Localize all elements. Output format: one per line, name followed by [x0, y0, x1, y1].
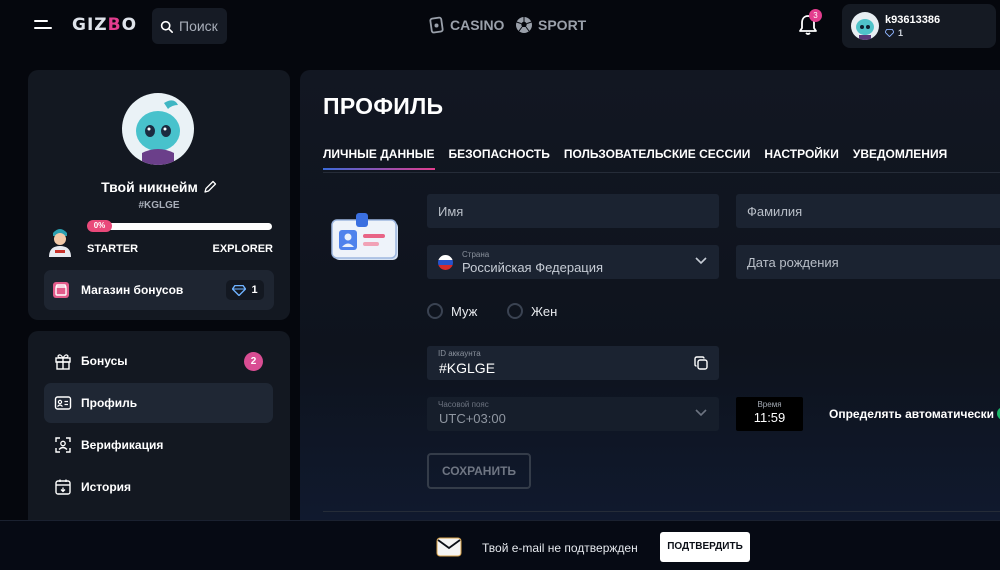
- casino-icon: [429, 16, 444, 34]
- current-time-box: Время 11:59: [736, 397, 803, 431]
- user-gems-count: 1: [898, 28, 904, 38]
- shop-icon: [53, 282, 69, 298]
- mail-icon: [436, 537, 462, 557]
- tab-settings[interactable]: НАСТРОЙКИ: [764, 147, 838, 170]
- radio-circle: [507, 303, 523, 319]
- username: k93613386: [885, 14, 941, 26]
- bonus-shop-button[interactable]: Магазин бонусов 1: [44, 270, 274, 310]
- gender-female-label: Жен: [531, 303, 558, 319]
- search-input[interactable]: [179, 18, 225, 34]
- radio-circle: [427, 303, 443, 319]
- account-id-value: #KGLGE: [439, 360, 496, 376]
- last-name-field[interactable]: [736, 194, 1000, 228]
- user-menu[interactable]: k93613386 1: [842, 4, 996, 48]
- gift-icon: [55, 354, 71, 370]
- page-title: ПРОФИЛЬ: [323, 93, 444, 119]
- gender-male-radio[interactable]: Муж: [427, 303, 477, 319]
- email-warning-text: Твой e-mail не подтвержден: [482, 541, 638, 555]
- gem-icon: [232, 284, 247, 296]
- timezone-select[interactable]: Часовой пояс UTC+03:00: [427, 397, 719, 431]
- level-avatar-icon: [45, 225, 75, 257]
- last-name-input[interactable]: [736, 194, 1000, 228]
- sidebar-item-history[interactable]: История: [44, 467, 273, 507]
- timezone-value: UTC+03:00: [439, 411, 506, 426]
- level-end-label: EXPLORER: [212, 243, 273, 255]
- russia-flag-icon: [438, 255, 453, 270]
- birth-date-field[interactable]: [736, 245, 1000, 279]
- profile-panel: ПРОФИЛЬ ЛИЧНЫЕ ДАННЫЕ БЕЗОПАСНОСТЬ ПОЛЬЗ…: [300, 70, 1000, 540]
- copy-icon[interactable]: [694, 356, 708, 370]
- gender-male-label: Муж: [451, 303, 478, 319]
- profile-card: Твой никнейм #KGLGE 0% STARTER EXPLORER …: [28, 70, 290, 320]
- nav-sport-label: SPORT: [538, 17, 587, 33]
- section-divider: [323, 511, 1000, 512]
- nav-casino[interactable]: CASINO: [429, 16, 504, 34]
- country-select[interactable]: Страна Российская Федерация: [427, 245, 719, 279]
- profile-avatar[interactable]: [122, 93, 194, 165]
- profile-tabs: ЛИЧНЫЕ ДАННЫЕ БЕЗОПАСНОСТЬ ПОЛЬЗОВАТЕЛЬС…: [323, 147, 961, 170]
- logo[interactable]: GIZBO: [72, 15, 137, 35]
- save-button[interactable]: СОХРАНИТЬ: [427, 453, 531, 489]
- tab-personal-data[interactable]: ЛИЧНЫЕ ДАННЫЕ: [323, 147, 435, 170]
- account-id-label: ID аккаунта: [438, 349, 481, 358]
- tabs-divider: [323, 172, 1000, 173]
- search-box[interactable]: [152, 8, 227, 44]
- nickname-row: Твой никнейм: [28, 179, 290, 195]
- chevron-down-icon: [695, 257, 707, 265]
- search-icon: [160, 20, 173, 33]
- id-card-icon: [54, 396, 72, 410]
- tab-notifications[interactable]: УВЕДОМЛЕНИЯ: [853, 147, 947, 170]
- notification-badge: 3: [809, 9, 822, 22]
- first-name-field[interactable]: [427, 194, 719, 228]
- sidebar-item-bonuses[interactable]: Бонусы 2: [44, 341, 273, 381]
- shop-gem-count: 1: [226, 280, 264, 300]
- soccer-ball-icon: [516, 17, 532, 33]
- history-icon: [55, 479, 71, 495]
- nickname: Твой никнейм: [101, 179, 198, 195]
- level-progress-bar: [89, 223, 272, 230]
- user-gems: 1: [885, 28, 903, 38]
- confirm-email-button[interactable]: ПОДТВЕРДИТЬ: [660, 532, 750, 562]
- nav-sport[interactable]: SPORT: [515, 16, 586, 34]
- birth-date-input[interactable]: [736, 245, 1000, 279]
- auto-detect-label: Определять автоматически: [829, 407, 995, 421]
- gem-icon: [885, 29, 894, 37]
- country-value: Российская Федерация: [462, 260, 604, 275]
- face-scan-icon: [55, 437, 71, 453]
- timezone-label: Часовой пояс: [438, 400, 489, 409]
- sidebar-item-label: Верификация: [81, 438, 164, 452]
- time-value: 11:59: [753, 410, 786, 425]
- sidebar-item-label: Профиль: [81, 396, 138, 410]
- sidebar-item-label: Бонусы: [81, 354, 128, 368]
- top-bar: GIZBO CASINO SPORT 3: [0, 0, 1000, 52]
- level-start-label: STARTER: [87, 243, 139, 255]
- sidebar-menu: Бонусы 2 Профиль Верификация История: [28, 331, 290, 531]
- shop-gem-value: 1: [251, 284, 258, 296]
- profile-id: #KGLGE: [138, 200, 180, 211]
- first-name-input[interactable]: [427, 194, 719, 228]
- country-label: Страна: [462, 250, 490, 259]
- time-label: Время: [757, 400, 782, 409]
- tab-user-sessions[interactable]: ПОЛЬЗОВАТЕЛЬСКИЕ СЕССИИ: [564, 147, 751, 170]
- sidebar-item-verification[interactable]: Верификация: [44, 425, 273, 465]
- avatar: [851, 12, 879, 40]
- id-card-illustration: [331, 213, 398, 260]
- sidebar-item-profile[interactable]: Профиль: [44, 383, 273, 423]
- gender-female-radio[interactable]: Жен: [507, 303, 557, 319]
- bonus-count-badge: 2: [244, 352, 263, 371]
- edit-pencil-icon[interactable]: [203, 180, 217, 194]
- chevron-down-icon: [695, 409, 707, 417]
- sidebar-item-label: История: [81, 480, 132, 494]
- account-id-field: ID аккаунта #KGLGE: [427, 346, 719, 380]
- nav-casino-label: CASINO: [450, 17, 505, 33]
- level-progress-label: 0%: [87, 220, 112, 232]
- tab-security[interactable]: БЕЗОПАСНОСТЬ: [449, 147, 550, 170]
- menu-icon[interactable]: [34, 18, 52, 32]
- bonus-shop-label: Магазин бонусов: [81, 283, 184, 297]
